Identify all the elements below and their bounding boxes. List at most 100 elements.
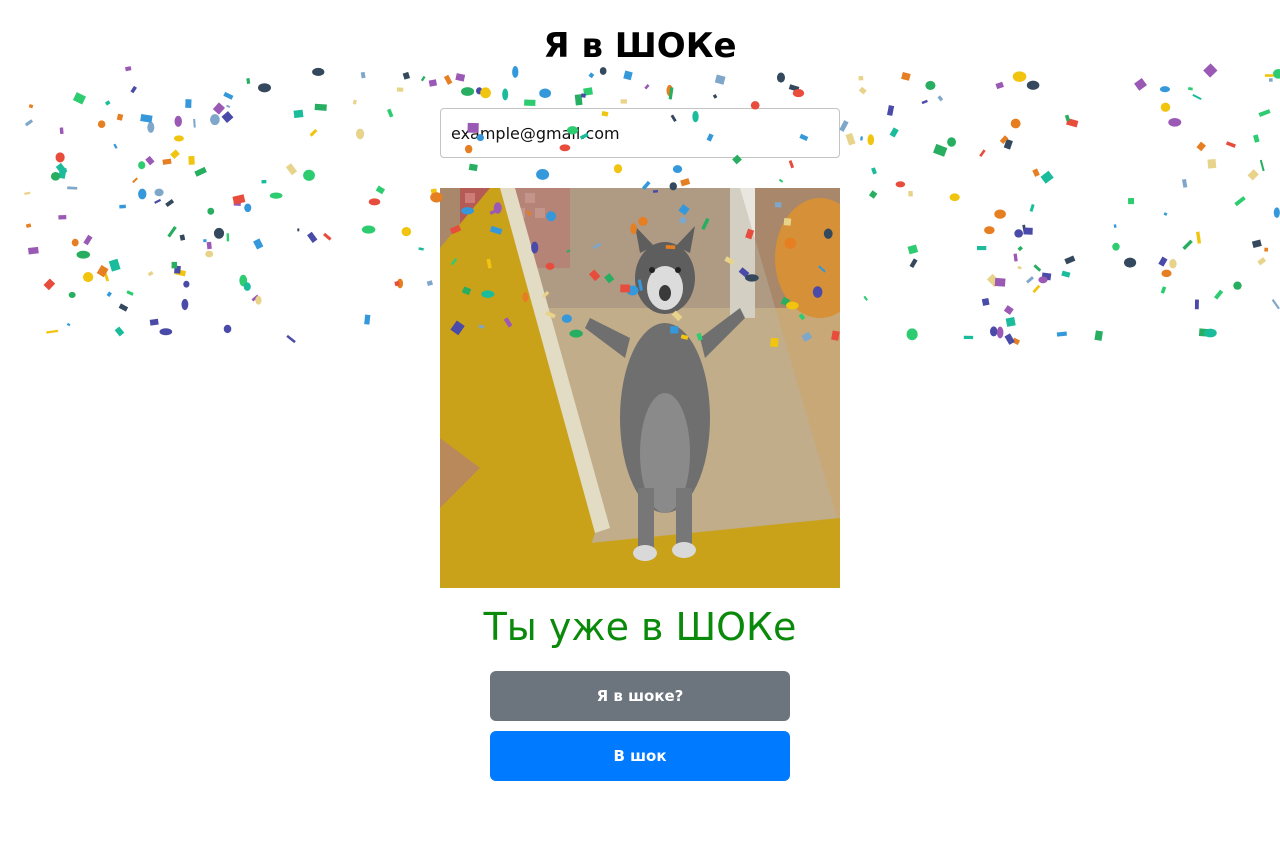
confetti-piece — [71, 238, 79, 247]
confetti-piece — [461, 87, 475, 96]
confetti-piece — [792, 89, 805, 98]
confetti-piece — [154, 188, 164, 197]
confetti-piece — [108, 258, 121, 272]
confetti-piece — [1251, 239, 1262, 248]
confetti-piece — [147, 271, 154, 277]
confetti-piece — [623, 70, 633, 81]
confetti-piece — [858, 86, 867, 95]
confetti-piece — [583, 87, 593, 96]
confetti-piece — [868, 190, 878, 199]
confetti-piece — [66, 322, 71, 327]
confetti-piece — [251, 294, 259, 302]
confetti-piece — [889, 127, 899, 138]
confetti-piece — [1258, 109, 1271, 117]
confetti-piece — [984, 226, 995, 235]
confetti-piece — [309, 128, 318, 137]
confetti-piece — [397, 278, 404, 289]
confetti-piece — [1003, 305, 1014, 315]
confetti-piece — [1161, 269, 1172, 278]
confetti-piece — [1196, 231, 1202, 244]
confetti-piece — [203, 239, 207, 243]
confetti-piece — [162, 158, 172, 165]
confetti-piece — [147, 121, 155, 133]
confetti-piece — [24, 191, 31, 196]
confetti-piece — [1010, 118, 1021, 129]
page-title: Я в ШОКе — [543, 26, 737, 66]
confetti-piece — [82, 272, 94, 283]
confetti-piece — [990, 326, 998, 337]
confetti-piece — [468, 163, 478, 172]
confetti-piece — [1160, 286, 1167, 294]
confetti-piece — [297, 228, 300, 232]
confetti-piece — [788, 84, 800, 92]
confetti-piece — [130, 85, 137, 94]
confetti-piece — [455, 73, 466, 82]
confetti-piece — [104, 100, 111, 106]
confetti-piece — [244, 203, 252, 213]
confetti-piece — [173, 135, 184, 142]
confetti-piece — [368, 198, 381, 206]
confetti-piece — [1040, 170, 1054, 184]
confetti-piece — [1123, 257, 1137, 268]
confetti-piece — [205, 250, 214, 258]
confetti-piece — [179, 234, 186, 241]
confetti-piece — [46, 329, 59, 334]
confetti-piece — [666, 84, 673, 97]
confetti-piece — [947, 137, 956, 147]
confetti-piece — [1094, 330, 1103, 341]
confetti-piece — [212, 102, 225, 115]
confetti-piece — [860, 136, 863, 141]
shock-button[interactable]: В шок — [490, 731, 790, 781]
confetti-piece — [475, 87, 483, 95]
confetti-piece — [375, 185, 386, 195]
confetti-piece — [285, 163, 298, 176]
confetti-piece — [1257, 257, 1267, 266]
email-input[interactable] — [440, 108, 840, 158]
confetti-piece — [1017, 265, 1022, 270]
confetti-piece — [1023, 227, 1033, 235]
confetti-piece — [480, 87, 491, 99]
confetti-piece — [401, 227, 412, 237]
confetti-piece — [886, 105, 895, 116]
confetti-piece — [925, 80, 936, 91]
confetti-piece — [1264, 247, 1269, 252]
confetti-piece — [314, 103, 327, 111]
confetti-piece — [58, 167, 67, 179]
confetti-piece — [1233, 281, 1242, 290]
confetti-piece — [132, 177, 138, 184]
confetti-piece — [43, 278, 56, 291]
confetti-piece — [901, 71, 911, 81]
confetti-piece — [223, 91, 234, 100]
confetti-piece — [1032, 168, 1040, 177]
confetti-piece — [97, 120, 106, 129]
confetti-piece — [524, 99, 536, 107]
confetti-piece — [895, 181, 906, 188]
confetti-piece — [418, 247, 424, 251]
confetti-piece — [1158, 256, 1168, 267]
confetti-piece — [307, 231, 318, 243]
confetti-piece — [58, 214, 67, 220]
confetti-piece — [1014, 229, 1023, 238]
confetti-piece — [995, 81, 1004, 90]
confetti-piece — [1187, 87, 1193, 91]
confetti-piece — [355, 128, 365, 140]
confetti-piece — [55, 162, 68, 176]
confetti-piece — [213, 227, 225, 239]
confetti-piece — [871, 167, 877, 175]
check-shock-button[interactable]: Я в шоке? — [490, 671, 790, 721]
confetti-piece — [1032, 284, 1041, 294]
confetti-piece — [72, 92, 87, 105]
confetti-piece — [949, 193, 960, 202]
confetti-piece — [999, 135, 1009, 145]
confetti-piece — [839, 120, 849, 132]
confetti-piece — [1272, 68, 1280, 79]
confetti-piece — [96, 265, 109, 278]
status-message: Ты уже в ШОКе — [483, 605, 797, 649]
confetti-piece — [1033, 264, 1042, 272]
confetti-piece — [165, 199, 175, 208]
confetti-piece — [55, 152, 65, 163]
confetti-piece — [426, 280, 433, 287]
confetti-piece — [1022, 224, 1027, 234]
confetti-piece — [138, 188, 147, 200]
confetti-piece — [233, 200, 241, 207]
